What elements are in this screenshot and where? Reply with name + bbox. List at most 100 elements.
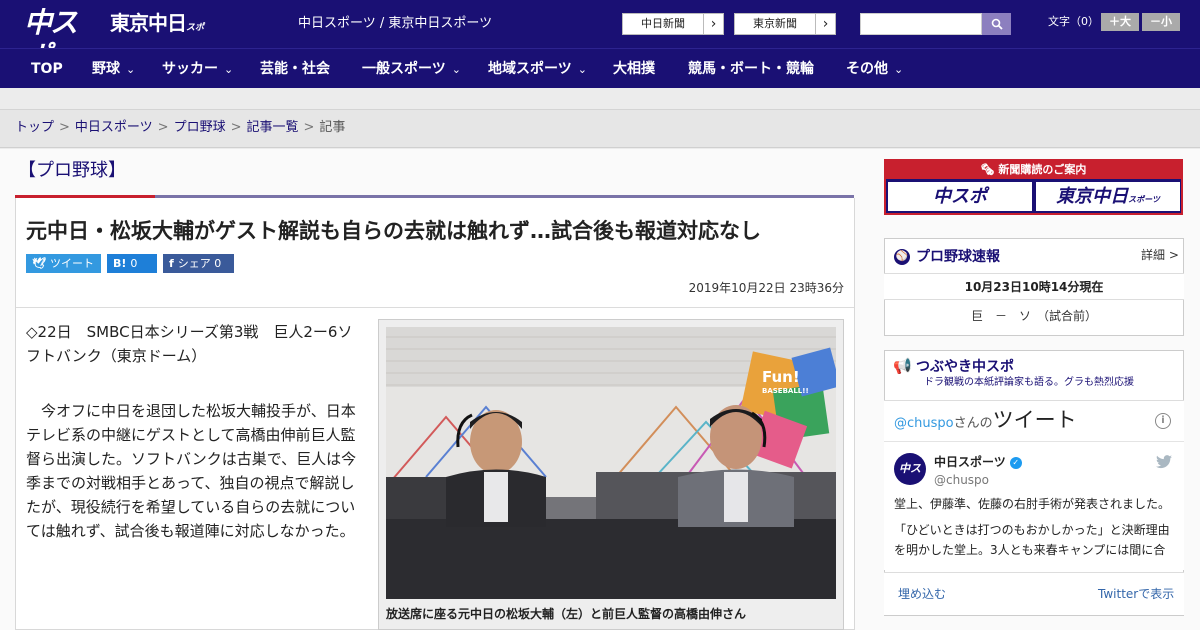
nav-general-sports[interactable]: 一般スポーツ ⌄ bbox=[362, 49, 461, 89]
chunichi-shimbun-label: 中日新聞 bbox=[641, 17, 685, 30]
twitter-bird-icon[interactable] bbox=[1156, 455, 1172, 469]
nav-label: 一般スポーツ bbox=[362, 61, 446, 77]
chuspo-logo[interactable]: 中スポ bbox=[24, 6, 100, 73]
megaphone-icon: 📢 bbox=[893, 357, 912, 375]
chevron-down-icon: ⌄ bbox=[224, 63, 234, 76]
nav-entertainment[interactable]: 芸能・社会 bbox=[260, 49, 330, 89]
article-headline: 元中日・松坂大輔がゲスト解説も自らの去就は触れず…試合後も報道対応なし bbox=[26, 219, 761, 243]
scores-detail-link[interactable]: 詳細 > bbox=[1141, 246, 1179, 264]
chevron-down-icon: ⌄ bbox=[451, 63, 461, 76]
nav-sumo[interactable]: 大相撲 bbox=[613, 49, 655, 89]
breadcrumb-top[interactable]: トップ bbox=[15, 120, 54, 135]
breadcrumb-sep: > bbox=[303, 120, 315, 135]
avatar[interactable]: 中スポ bbox=[894, 453, 926, 507]
hatena-icon: B! bbox=[113, 257, 127, 270]
tweets-subtitle: ドラ観戦の本紙評論家も語る。グラも熱烈応援 bbox=[924, 377, 1134, 388]
ad-strip bbox=[0, 88, 1200, 110]
hatena-bookmark-button[interactable]: B! 0 bbox=[107, 254, 157, 273]
scores-title: プロ野球速報 bbox=[916, 249, 1000, 265]
nav-racing[interactable]: 競馬・ボート・競輪 bbox=[688, 49, 814, 89]
verified-badge-icon: ✓ bbox=[1009, 456, 1022, 469]
timeline-handle-suffix: さんの bbox=[953, 416, 993, 431]
chunichi-shimbun-link[interactable]: 中日新聞 › bbox=[622, 13, 724, 35]
font-size-label: 文字（0） bbox=[1048, 15, 1099, 28]
breadcrumb-pro-baseball[interactable]: プロ野球 bbox=[174, 120, 226, 135]
breadcrumb-current: 記事 bbox=[319, 120, 346, 135]
hatena-count: 0 bbox=[130, 257, 138, 270]
photo-caption: 放送席に座る元中日の松坂大輔（左）と前巨人監督の高橋由伸さん bbox=[386, 607, 747, 621]
site-header: 中スポ 東京中日スポーツ bbox=[0, 0, 1200, 73]
tokyo-shimbun-label: 東京新聞 bbox=[753, 17, 797, 30]
category-underline-accent bbox=[15, 195, 155, 198]
nav-label: その他 bbox=[846, 61, 888, 77]
article-body: 今オフに中日を退団した松坂大輔投手が、日本テレビ系の中継にゲストとして高橋由伸前… bbox=[26, 402, 357, 540]
score-game-line[interactable]: 巨 － ソ （試合前） bbox=[884, 306, 1184, 326]
subscription-title: 🗞 新聞購読のご案内 bbox=[886, 161, 1181, 179]
timeline-divider bbox=[884, 441, 1184, 442]
subscribe-chuspo-button[interactable]: 中スポ bbox=[888, 182, 1032, 211]
breadcrumb-chunichi-sports[interactable]: 中日スポーツ bbox=[75, 120, 153, 135]
chevron-down-icon: ⌄ bbox=[577, 63, 587, 76]
timeline-heading: @chuspoさんのツイート bbox=[894, 405, 1077, 439]
article-photo[interactable]: Fun! BASEBALL!! bbox=[386, 327, 836, 599]
chevron-down-icon: ⌄ bbox=[894, 63, 904, 76]
nav-label: 競馬・ボート・競輪 bbox=[688, 61, 814, 77]
breadcrumb-sep: > bbox=[59, 120, 70, 135]
nav-label: 大相撲 bbox=[613, 61, 655, 77]
tokyo-logo-text: 東京中日 bbox=[110, 11, 187, 35]
account-handle[interactable]: @chuspo bbox=[934, 471, 989, 489]
search-button[interactable] bbox=[982, 13, 1011, 35]
facebook-share-label: シェア bbox=[177, 257, 211, 270]
publish-date: 2019年10月22日 23時36分 bbox=[688, 281, 844, 295]
breadcrumb-article-list[interactable]: 記事一覧 bbox=[247, 120, 299, 135]
article-category: 【プロ野球】 bbox=[18, 160, 126, 181]
tokyo-chunichi-logo[interactable]: 東京中日スポーツ bbox=[110, 8, 210, 68]
account-name[interactable]: 中日スポーツ ✓ bbox=[934, 453, 1022, 471]
info-icon[interactable]: i bbox=[1155, 413, 1171, 429]
tweets-title: つぶやき中スポ bbox=[916, 359, 1014, 375]
chevron-right-icon: › bbox=[815, 14, 835, 34]
facebook-icon: f bbox=[169, 257, 174, 270]
tweet-share-label: ツイート bbox=[49, 257, 94, 270]
facebook-share-button[interactable]: f シェア 0 bbox=[163, 254, 234, 273]
embed-link[interactable]: 埋め込む bbox=[898, 585, 946, 603]
nav-label: 地域スポーツ bbox=[488, 61, 572, 77]
nav-soccer[interactable]: サッカー ⌄ bbox=[162, 49, 233, 89]
nav-label: TOP bbox=[31, 61, 63, 77]
category-underline bbox=[155, 195, 854, 198]
broadcast-booth-image: Fun! BASEBALL!! bbox=[386, 327, 836, 599]
nav-local-sports[interactable]: 地域スポーツ ⌄ bbox=[488, 49, 587, 89]
scores-timestamp: 10月23日10時14分現在 bbox=[884, 273, 1184, 300]
nav-other[interactable]: その他 ⌄ bbox=[846, 49, 903, 89]
tokyo-shimbun-link[interactable]: 東京新聞 › bbox=[734, 13, 836, 35]
timeline-heading-big: ツイート bbox=[992, 408, 1077, 432]
subscription-title-text: 新聞購読のご案内 bbox=[998, 163, 1087, 176]
tweet-share-button[interactable]: 🕊 ツイート bbox=[26, 254, 101, 273]
breadcrumb-sep: > bbox=[230, 120, 242, 135]
view-on-twitter-link[interactable]: Twitterで表示 bbox=[1098, 585, 1174, 603]
nav-label: 野球 bbox=[92, 61, 120, 77]
newspaper-icon: 🗞 bbox=[980, 163, 995, 176]
timeline-handle-link[interactable]: @chuspo bbox=[894, 416, 954, 431]
subscribe-tokyo-small: スポーツ bbox=[1128, 195, 1160, 204]
nav-top[interactable]: TOP bbox=[31, 49, 63, 89]
nav-baseball[interactable]: 野球 ⌄ bbox=[92, 49, 135, 89]
nav-label: サッカー bbox=[162, 61, 218, 77]
facebook-count: 0 bbox=[214, 257, 222, 270]
baseball-icon: ⚾ bbox=[894, 249, 910, 265]
article-lead: ◇22日 SMBC日本シリーズ第3戦 巨人2ー6ソフトバンク（東京ドーム） bbox=[26, 323, 353, 365]
main-nav: TOP 野球 ⌄ サッカー ⌄ 芸能・社会 一般スポーツ ⌄ 地域スポーツ ⌄ 大相撲 … bbox=[0, 48, 1200, 88]
nav-label: 芸能・社会 bbox=[260, 61, 330, 77]
article-divider bbox=[16, 307, 854, 308]
font-smaller-button[interactable]: －小 bbox=[1142, 13, 1180, 31]
chevron-right-icon: › bbox=[703, 14, 723, 34]
subscribe-tokyo-button[interactable]: 東京中日スポーツ bbox=[1036, 182, 1180, 211]
breadcrumb: トップ > 中日スポーツ > プロ野球 > 記事一覧 > 記事 bbox=[15, 119, 345, 137]
subscribe-tokyo-label: 東京中日 bbox=[1056, 186, 1129, 207]
tweet-paragraph: 「ひどいときは打つのもおかしかった」と決断理由を明かした堂上。3人とも来春キャン… bbox=[894, 523, 1170, 557]
breadcrumb-sep: > bbox=[157, 120, 169, 135]
tweet-text: 堂上、伊藤準、佐藤の右肘手術が発表されました。 「ひどいときは打つのもおかしかっ… bbox=[894, 494, 1174, 566]
site-name[interactable]: 中日スポーツ / 東京中日スポーツ bbox=[298, 15, 492, 33]
font-larger-button[interactable]: ＋大 bbox=[1101, 13, 1139, 31]
search-input[interactable] bbox=[860, 13, 982, 35]
